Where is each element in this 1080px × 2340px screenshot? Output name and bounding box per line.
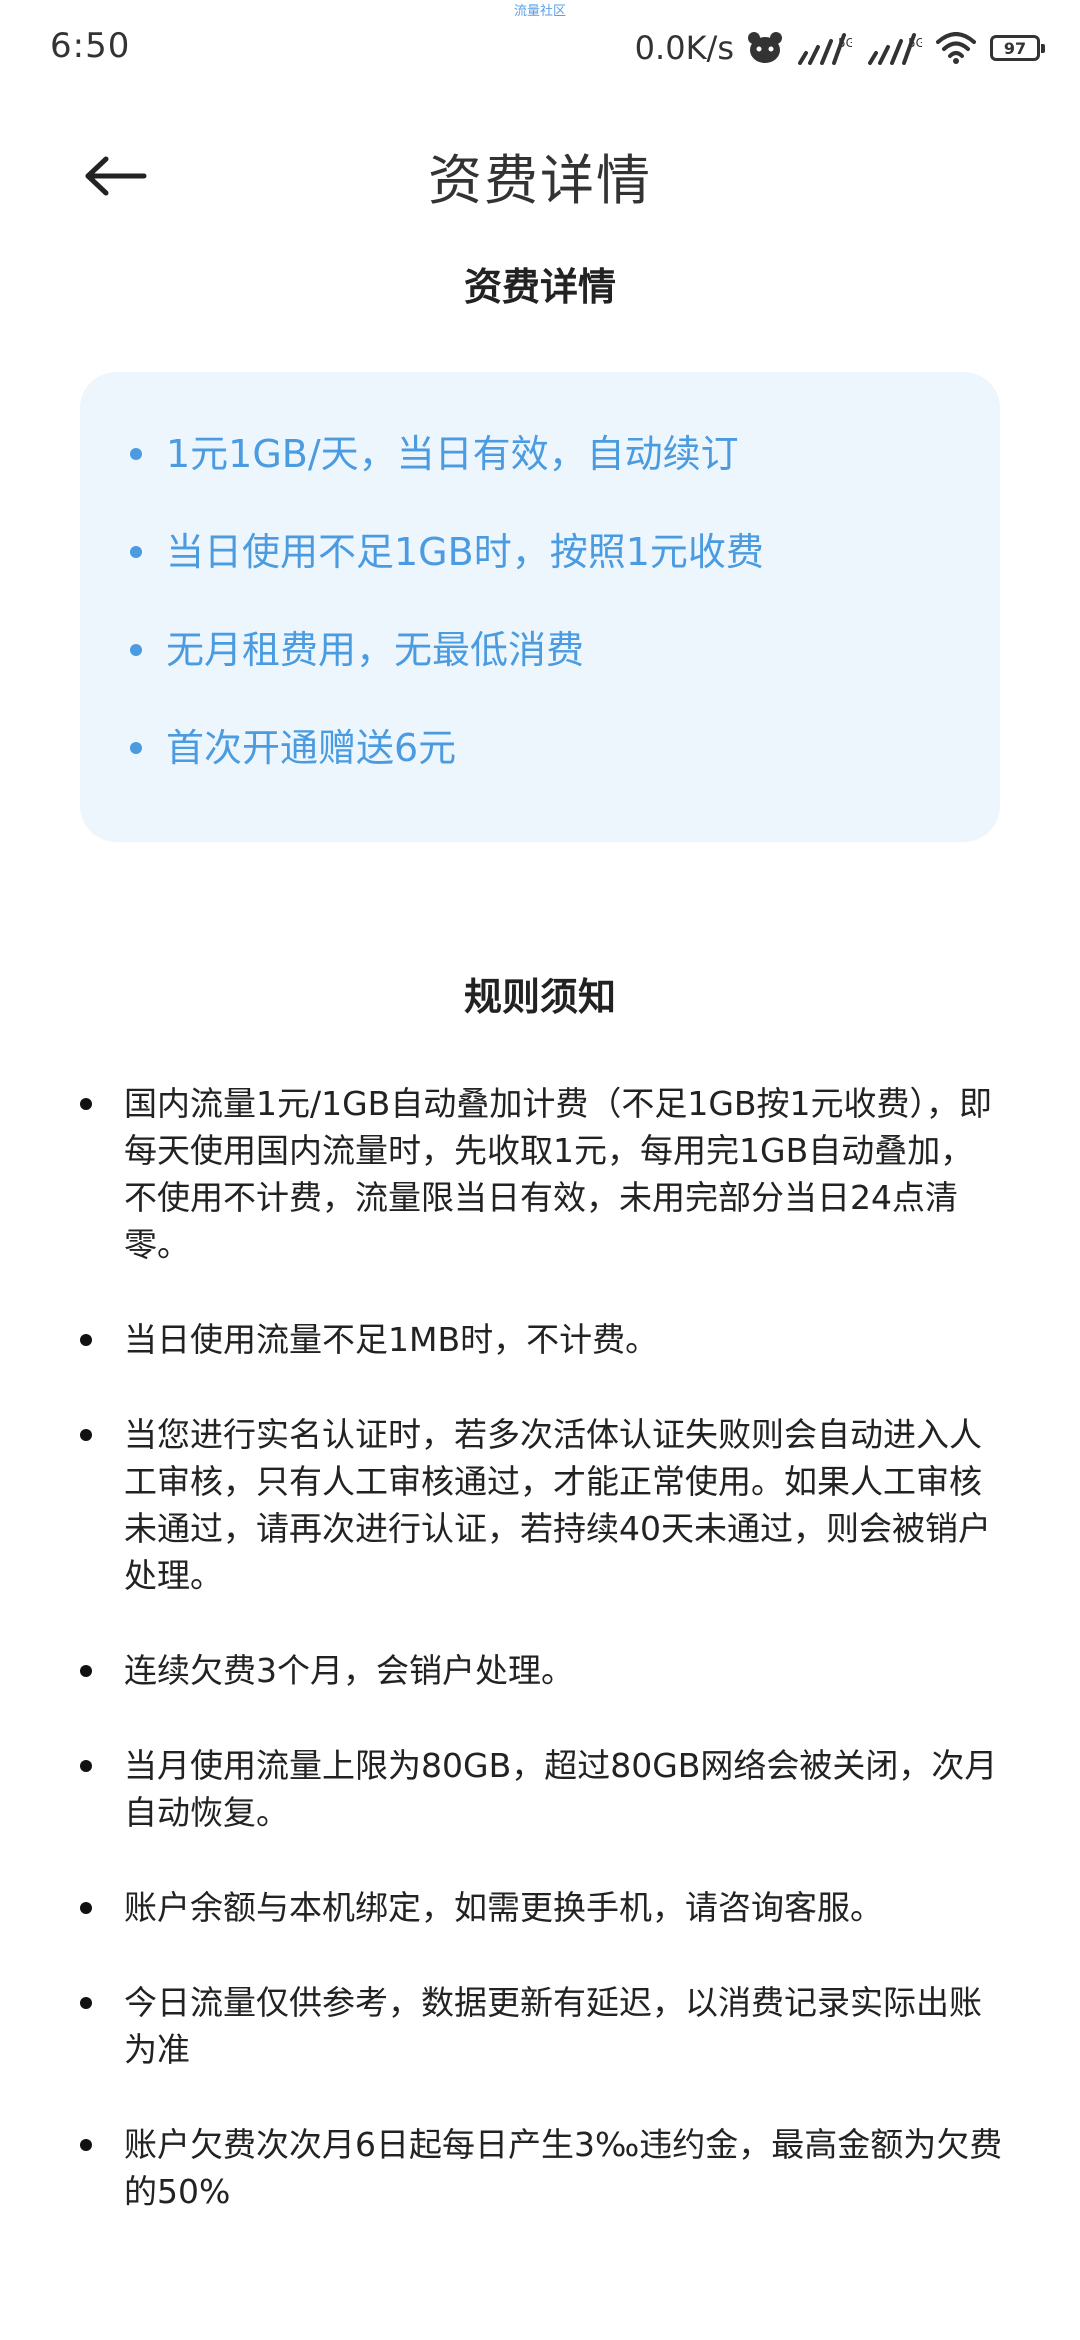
header: 资费详情 (0, 120, 1080, 230)
rule-item: 账户余额与本机绑定，如需更换手机，请咨询客服。 (80, 1884, 1004, 1931)
rule-item: 连续欠费3个月，会销户处理。 (80, 1647, 1004, 1694)
svg-text:5G: 5G (838, 36, 852, 50)
wifi-icon (936, 32, 976, 64)
fee-item: 1元1GB/天，当日有效，自动续订 (130, 432, 960, 530)
battery-icon: 97 (990, 35, 1045, 61)
status-time: 6:50 (50, 26, 131, 66)
signal-icon: 5G (796, 31, 852, 65)
fee-section-title: 资费详情 (463, 265, 616, 309)
page-title: 资费详情 (428, 149, 652, 212)
fee-list: 1元1GB/天，当日有效，自动续订 当日使用不足1GB时，按照1元收费 无月租费… (130, 432, 960, 824)
rule-item: 账户欠费次次月6日起每日产生3‰违约金，最高金额为欠费的50% (80, 2121, 1004, 2215)
status-center-label: 流量社区 (513, 4, 566, 19)
fee-card: 1元1GB/天，当日有效，自动续订 当日使用不足1GB时，按照1元收费 无月租费… (80, 372, 1000, 842)
rules-list: 国内流量1元/1GB自动叠加计费（不足1GB按1元收费），即每天使用国内流量时，… (80, 1080, 1004, 2263)
signal-icon: 5G (866, 31, 922, 65)
pet-icon (748, 31, 782, 65)
fee-item: 首次开通赠送6元 (130, 726, 960, 824)
rule-item: 当月使用流量上限为80GB，超过80GB网络会被关闭，次月自动恢复。 (80, 1742, 1004, 1836)
status-bar: 6:50 流量社区 0.0K/s 5G 5G 97 (0, 0, 1080, 96)
network-speed: 0.0K/s (634, 29, 734, 67)
rules-section-title: 规则须知 (463, 975, 616, 1019)
fee-item: 无月租费用，无最低消费 (130, 628, 960, 726)
rule-item: 当您进行实名认证时，若多次活体认证失败则会自动进入人工审核，只有人工审核通过，才… (80, 1411, 1004, 1599)
battery-level: 97 (1003, 38, 1027, 58)
svg-text:5G: 5G (908, 36, 922, 50)
fee-item: 当日使用不足1GB时，按照1元收费 (130, 530, 960, 628)
rule-item: 国内流量1元/1GB自动叠加计费（不足1GB按1元收费），即每天使用国内流量时，… (80, 1080, 1004, 1268)
rule-item: 当日使用流量不足1MB时，不计费。 (80, 1316, 1004, 1363)
rule-item: 今日流量仅供参考，数据更新有延迟，以消费记录实际出账为准 (80, 1979, 1004, 2073)
status-icons: 0.0K/s 5G 5G 97 (634, 26, 1045, 70)
